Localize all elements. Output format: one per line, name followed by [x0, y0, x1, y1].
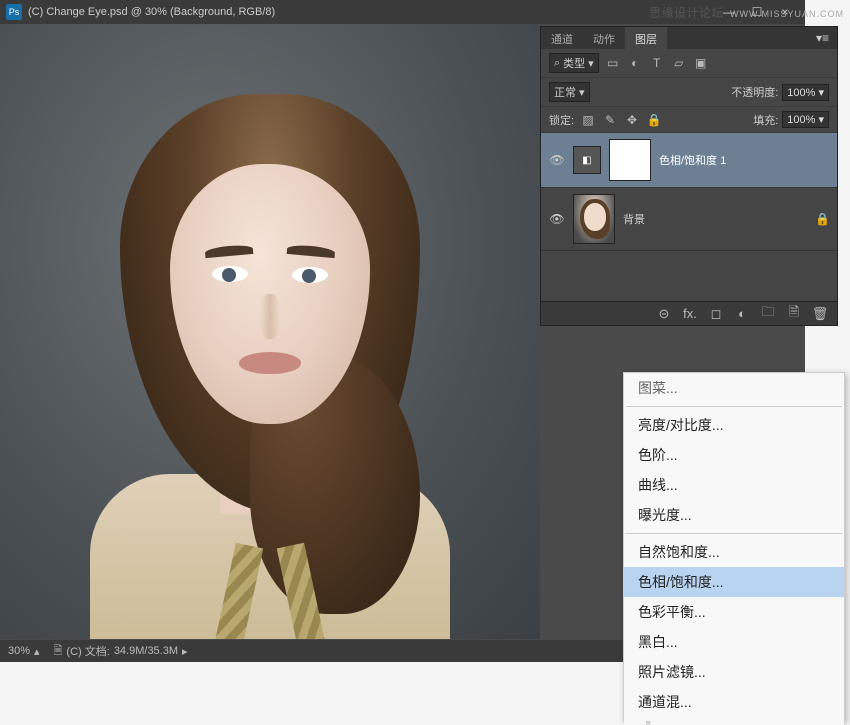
new-layer-icon[interactable]: 🗎 — [785, 305, 803, 323]
layers-list: 👁 ◧ 色相/饱和度 1 👁 背景 🔒 — [541, 133, 837, 313]
delete-layer-icon[interactable]: 🗑 — [811, 305, 829, 323]
lock-icon: 🔒 — [815, 212, 829, 226]
link-layers-icon[interactable]: ⊝ — [655, 305, 673, 323]
menu-curves[interactable]: 曲线... — [624, 470, 844, 500]
fx-icon[interactable]: fx. — [681, 305, 699, 323]
blend-mode-select[interactable]: 正常 ▾ — [549, 82, 590, 102]
visibility-toggle[interactable]: 👁 — [549, 212, 565, 226]
menu-brightness-contrast[interactable]: 亮度/对比度... — [624, 410, 844, 440]
tab-actions[interactable]: 动作 — [583, 27, 625, 49]
layers-panel: 通道 动作 图层 ▾≡ ⌕ 类型 ▾ ▭ ◐ T ▱ ▣ 正常 ▾ 不透明度: — [540, 26, 838, 326]
doc-icon: 🗎 — [54, 642, 63, 661]
menu-exposure[interactable]: 曝光度... — [624, 500, 844, 530]
portrait-image — [80, 94, 460, 634]
filter-kind-select[interactable]: ⌕ 类型 ▾ — [549, 53, 599, 73]
layer-mask-thumbnail[interactable] — [609, 139, 651, 181]
chevron-down-icon: ▾ — [588, 57, 594, 70]
menu-channel-mixer[interactable]: 通道混... — [624, 687, 844, 717]
filter-pixel-icon[interactable]: ▭ — [605, 55, 621, 71]
lock-image-icon[interactable]: ✎ — [602, 112, 618, 128]
layers-panel-footer: ⊝ fx. ◻ ◐ 🗀 🗎 🗑 — [541, 301, 837, 325]
add-mask-icon[interactable]: ◻ — [707, 305, 725, 323]
menu-color-balance[interactable]: 色彩平衡... — [624, 597, 844, 627]
fill-input[interactable]: 100% ▾ — [782, 111, 829, 128]
zoom-value: 30% — [8, 645, 30, 657]
doc-size-indicator[interactable]: 🗎 (C) 文档: 34.9M/35.3M ▸ — [54, 642, 188, 661]
tab-layers[interactable]: 图层 — [625, 27, 667, 49]
zoom-level[interactable]: 30% ▴ — [8, 645, 40, 658]
filter-smart-icon[interactable]: ▣ — [693, 55, 709, 71]
layer-filter-row: ⌕ 类型 ▾ ▭ ◐ T ▱ ▣ — [541, 49, 837, 78]
layer-background[interactable]: 👁 背景 🔒 — [541, 188, 837, 251]
chevron-right-icon: ▸ — [182, 645, 188, 658]
blend-mode-value: 正常 — [554, 84, 576, 100]
panel-tabs: 通道 动作 图层 ▾≡ — [541, 27, 837, 49]
watermark: 思缘设计论坛 WWW.MISSYUAN.COM — [649, 4, 844, 21]
new-group-icon[interactable]: 🗀 — [759, 305, 777, 323]
lock-fill-row: 锁定: ▨ ✎ ✥ 🔒 填充: 100% ▾ — [541, 107, 837, 133]
chevron-up-icon: ▴ — [34, 645, 40, 658]
doc-label: (C) 文档: — [66, 643, 109, 659]
filter-label: 类型 — [563, 55, 585, 71]
search-icon: ⌕ — [554, 57, 560, 70]
document-title: (C) Change Eye.psd @ 30% (Background, RG… — [28, 6, 709, 18]
menu-hue-saturation[interactable]: 色相/饱和度... — [624, 567, 844, 597]
filter-adjustment-icon[interactable]: ◐ — [627, 55, 643, 71]
menu-photo-filter[interactable]: 照片滤镜... — [624, 657, 844, 687]
menu-black-white[interactable]: 黑白... — [624, 627, 844, 657]
lock-all-icon[interactable]: 🔒 — [646, 112, 662, 128]
canvas[interactable] — [0, 24, 540, 639]
menu-levels[interactable]: 色阶... — [624, 440, 844, 470]
layer-hue-saturation[interactable]: 👁 ◧ 色相/饱和度 1 — [541, 133, 837, 188]
filter-type-icon[interactable]: T — [649, 55, 665, 71]
doc-size: 34.9M/35.3M — [114, 645, 178, 657]
new-adjustment-icon[interactable]: ◐ — [733, 305, 751, 323]
menu-separator — [626, 533, 842, 534]
tab-channels[interactable]: 通道 — [541, 27, 583, 49]
watermark-url: WWW.MISSYUAN.COM — [730, 9, 844, 19]
lock-position-icon[interactable]: ✥ — [624, 112, 640, 128]
layer-thumbnail — [573, 194, 615, 244]
blend-opacity-row: 正常 ▾ 不透明度: 100% ▾ — [541, 78, 837, 107]
app-logo: Ps — [6, 4, 22, 20]
lock-label: 锁定: — [549, 112, 574, 128]
filter-shape-icon[interactable]: ▱ — [671, 55, 687, 71]
menu-separator — [626, 406, 842, 407]
opacity-input[interactable]: 100% ▾ — [782, 84, 829, 101]
adjustment-thumbnail: ◧ — [573, 146, 601, 174]
adjustment-context-menu: 图菜... 亮度/对比度... 色阶... 曲线... 曝光度... 自然饱和度… — [623, 372, 845, 722]
visibility-toggle[interactable]: 👁 — [549, 153, 565, 167]
layer-name-text[interactable]: 色相/饱和度 1 — [659, 152, 829, 168]
layer-name-text[interactable]: 背景 — [623, 211, 807, 227]
watermark-site: 思缘设计论坛 — [649, 4, 724, 21]
fill-label: 填充: — [753, 112, 778, 128]
menu-vibrance[interactable]: 自然饱和度... — [624, 537, 844, 567]
panel-menu-button[interactable]: ▾≡ — [808, 27, 837, 49]
opacity-label: 不透明度: — [731, 84, 778, 100]
menu-header: 图菜... — [624, 373, 844, 403]
lock-transparent-icon[interactable]: ▨ — [580, 112, 596, 128]
chevron-down-icon: ▾ — [579, 86, 585, 99]
